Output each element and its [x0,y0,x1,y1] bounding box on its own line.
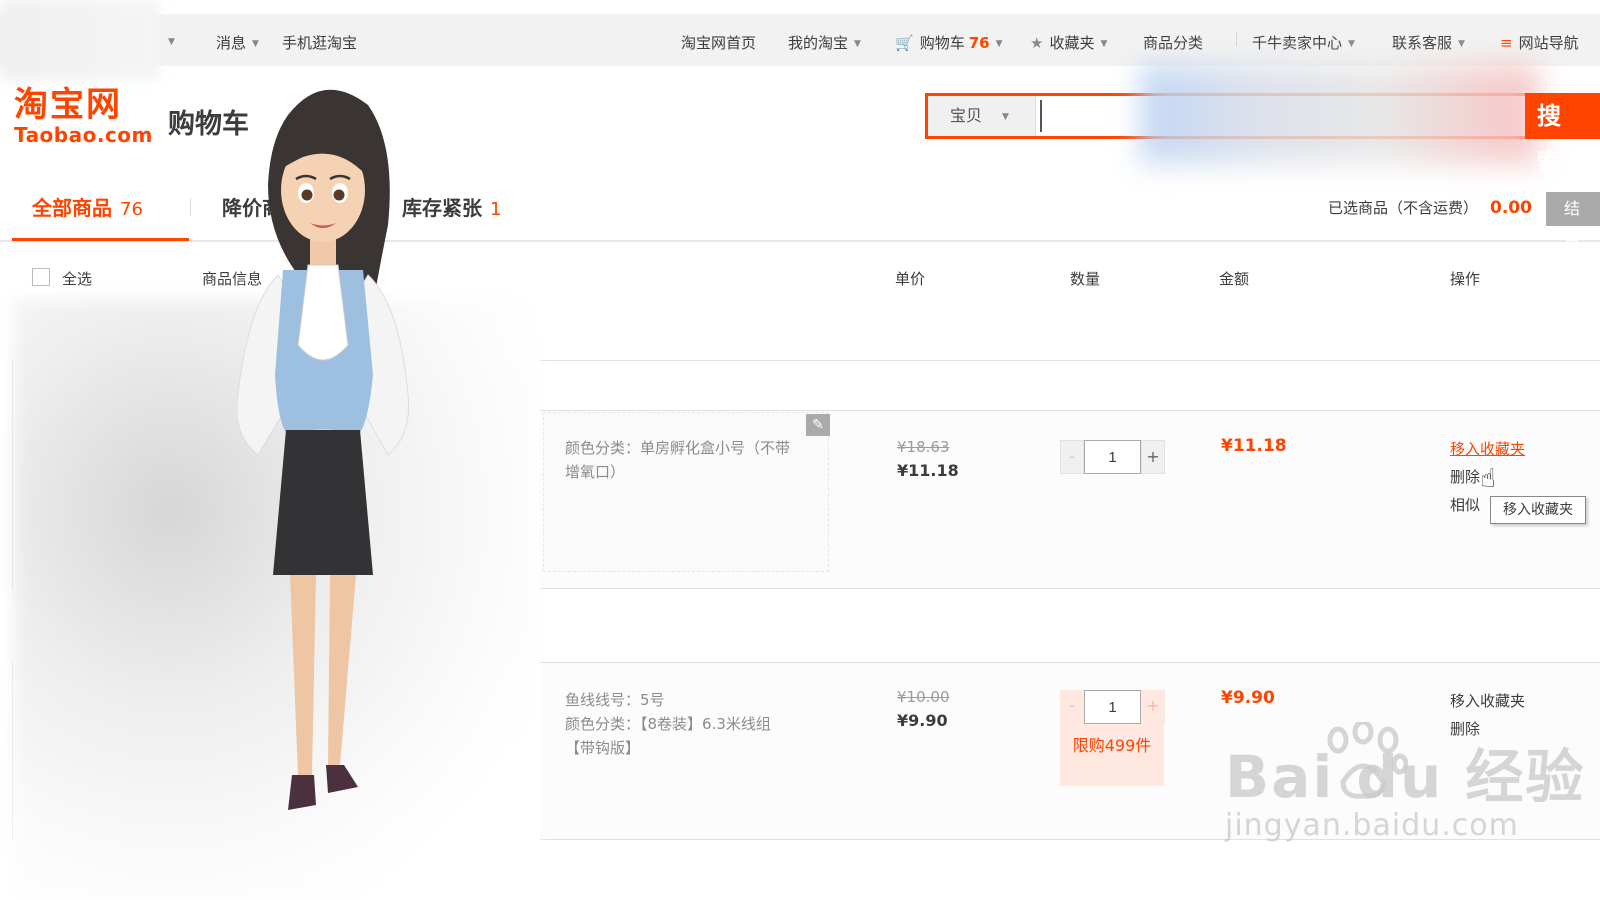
item-prop: 【带钩版】 [565,739,641,757]
unit-price: ¥9.90 [897,711,948,730]
search-category-label: 宝贝 [950,106,983,125]
unit-price: ¥11.18 [897,461,959,480]
decrement-button[interactable]: - [1060,690,1084,724]
tab-count: 1 [490,199,502,220]
col-quantity: 数量 [1070,270,1101,288]
item-prop: 鱼线线号：5号 [565,691,665,709]
item-total: ¥11.18 [1221,436,1287,456]
chevron-down-icon: ▼ [1348,38,1355,49]
nav-seller-center[interactable]: 千牛卖家中心 ▼ [1252,32,1355,53]
summary-amount: 0.00 [1490,198,1532,218]
tab-label: 全部商品 [32,196,112,220]
increment-button[interactable]: + [1141,440,1165,474]
nav-messages-label: 消息 [216,34,247,52]
chevron-down-icon: ▼ [1002,111,1009,122]
chevron-down-icon: ▼ [168,36,175,47]
star-icon: ★ [1030,34,1044,52]
nav-divider [1236,32,1237,46]
nav-home[interactable]: 淘宝网首页 [681,32,756,53]
delete-link[interactable]: 删除 [1450,466,1480,487]
cart-icon: 🛒 [895,34,914,52]
tab-all-items[interactable]: 全部商品 76 [32,192,143,221]
blurred-region [0,0,160,80]
top-nav-bar: ▼ 消息 ▼ 手机逛淘宝 淘宝网首页 我的淘宝 ▼ 🛒 购物车 76 ▼ ★ 收藏夹 ▼ 商品… [0,0,1600,80]
edit-pencil-icon[interactable]: ✎ [806,414,830,436]
logo-text-en: Taobao.com [14,123,153,147]
hand-cursor-icon: ☝ [1480,464,1496,494]
col-amount: 金额 [1219,270,1250,288]
nav-site-map[interactable]: ≡ 网站导航 [1500,32,1579,53]
tab-count: 76 [120,199,143,220]
chevron-down-icon: ▼ [854,38,861,49]
row-divider [540,410,1600,411]
move-to-favorites-link[interactable]: 移入收藏夹 [1450,690,1525,711]
nav-cart[interactable]: 🛒 购物车 76 ▼ [895,32,1003,53]
row-divider [540,588,1600,589]
nav-cart-label: 购物车 [919,34,965,52]
nav-my-taobao-label: 我的淘宝 [788,34,849,52]
checkout-button[interactable]: 结 算 [1546,192,1600,252]
row-border [12,662,13,840]
increment-button[interactable]: + [1141,690,1165,724]
row-divider [540,360,1600,361]
item-prop: 颜色分类：单房孵化盒小号（不带 [565,439,791,457]
blurred-region [1140,64,1540,164]
chevron-down-icon: ▼ [1100,38,1108,49]
nav-messages[interactable]: 消息 ▼ [216,32,259,53]
chevron-down-icon: ▼ [252,38,259,49]
purchase-limit-note: 限购499件 [1072,736,1152,755]
menu-icon: ≡ [1500,34,1513,52]
cart-count-badge: 76 [968,34,990,52]
tab-divider [190,198,191,216]
nav-favorites-label: 收藏夹 [1049,34,1095,52]
nav-site-map-label: 网站导航 [1518,34,1579,52]
search-category-select[interactable]: 宝贝 ▼ [928,96,1036,136]
chevron-down-icon: ▼ [995,38,1003,49]
quantity-stepper: - + [1060,690,1165,724]
item-total: ¥9.90 [1221,688,1275,708]
summary-label: 已选商品（不含运费） [1328,199,1479,217]
select-all-checkbox[interactable] [32,268,50,286]
watermark-main: Bai du 经验 [1225,743,1586,811]
select-all-label: 全选 [62,270,93,288]
left-caret[interactable]: ▼ [162,32,175,50]
original-price: ¥10.00 [897,688,950,706]
active-tab-indicator [12,238,189,241]
col-unit-price: 单价 [895,270,926,288]
item-prop: 增氧口） [565,463,626,481]
search-button[interactable]: 搜 索 [1525,93,1600,176]
move-to-favorites-link[interactable]: 移入收藏夹 [1450,438,1525,459]
nav-favorites[interactable]: ★ 收藏夹 ▼ [1030,32,1107,53]
quantity-input[interactable] [1084,440,1141,474]
nav-cs-label: 联系客服 [1392,34,1453,52]
quantity-input[interactable] [1084,690,1141,724]
cartoon-presenter-figure [236,89,410,810]
logo-text-cn: 淘宝网 [14,85,122,125]
nav-mobile[interactable]: 手机逛淘宝 [282,32,357,53]
nav-my-taobao[interactable]: 我的淘宝 ▼ [788,32,861,53]
nav-customer-service[interactable]: 联系客服 ▼ [1392,32,1465,53]
decrement-button[interactable]: - [1060,440,1084,474]
row-border [12,360,13,590]
baidu-watermark: Bai du 经验 jingyan.baidu.com [1225,730,1585,843]
tooltip: 移入收藏夹 [1490,496,1586,524]
chevron-down-icon: ▼ [1458,38,1465,49]
similar-link[interactable]: 相似 [1450,494,1480,515]
original-price: ¥18.63 [897,438,950,456]
taobao-logo[interactable]: 淘宝网 Taobao.com [14,86,153,146]
nav-categories[interactable]: 商品分类 [1143,32,1203,53]
quantity-stepper: - + [1060,440,1165,474]
item-prop: 颜色分类：【8卷装】6.3米线组 [565,715,771,733]
nav-seller-label: 千牛卖家中心 [1252,34,1343,52]
col-actions: 操作 [1450,270,1481,288]
selected-summary: 已选商品（不含运费） 0.00 [1328,197,1532,218]
